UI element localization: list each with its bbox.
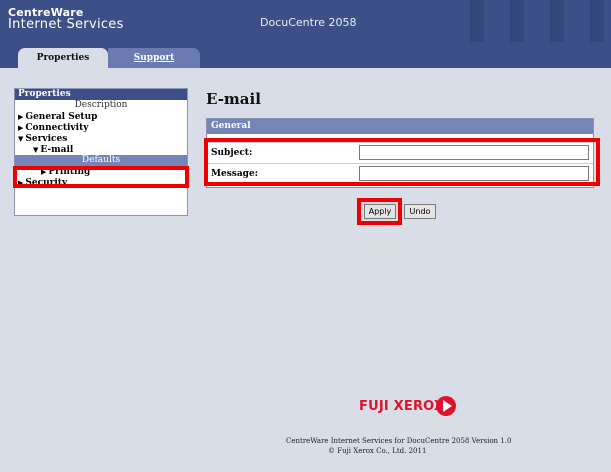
tab-support[interactable]: Support xyxy=(108,48,200,68)
subject-field[interactable] xyxy=(359,145,589,160)
sidebar-item-services[interactable]: ▼ Services xyxy=(15,133,187,144)
undo-button[interactable]: Undo xyxy=(404,204,436,219)
general-settings-group: General Subject: Message: xyxy=(206,118,594,188)
group-heading: General xyxy=(207,119,593,134)
sidebar-item-label: Defaults xyxy=(81,155,121,165)
message-field[interactable] xyxy=(359,166,589,181)
triangle-right-icon: ▶ xyxy=(18,123,24,132)
sidebar-item-email[interactable]: ▼ E-mail xyxy=(15,144,187,155)
header-stripe xyxy=(550,0,564,42)
triangle-right-icon: ▶ xyxy=(18,112,24,121)
fuji-xerox-logo: FUJI XEROX xyxy=(359,399,445,414)
subject-row: Subject: xyxy=(207,142,593,163)
sidebar-item-label: Printing xyxy=(48,167,91,177)
tab-properties[interactable]: Properties xyxy=(18,48,108,68)
brand-line2: Internet Services xyxy=(8,17,124,32)
xerox-sphere-icon xyxy=(436,396,456,416)
sidebar-item-security[interactable]: ▶ Security xyxy=(15,177,187,188)
sidebar-item-printing[interactable]: ▶ Printing xyxy=(15,166,187,177)
message-label: Message: xyxy=(211,169,258,179)
sidebar-item-label: General Setup xyxy=(25,112,98,122)
app-header: CentreWare Internet Services DocuCentre … xyxy=(0,0,611,42)
sidebar-item-label: Services xyxy=(25,134,68,144)
sidebar-item-label: Connectivity xyxy=(25,123,89,133)
triangle-right-icon: ▶ xyxy=(41,167,47,176)
subject-label: Subject: xyxy=(211,148,253,158)
sidebar-heading: Properties xyxy=(15,89,187,100)
sidebar-item-label: Description xyxy=(74,100,128,110)
device-model: DocuCentre 2058 xyxy=(260,16,357,29)
triangle-right-icon: ▶ xyxy=(18,178,24,187)
sidebar-item-description[interactable]: Description xyxy=(15,100,187,111)
footer-version: CentreWare Internet Services for DocuCen… xyxy=(286,437,512,445)
header-stripe xyxy=(510,0,524,42)
message-row: Message: xyxy=(207,163,593,184)
triangle-down-icon: ▼ xyxy=(18,134,24,143)
header-stripe xyxy=(470,0,484,42)
sidebar-item-label: E-mail xyxy=(40,145,74,155)
sidebar-item-defaults[interactable]: Defaults xyxy=(15,155,187,166)
page-title: E-mail xyxy=(206,90,261,108)
triangle-down-icon: ▼ xyxy=(33,145,39,154)
sidebar-item-connectivity[interactable]: ▶ Connectivity xyxy=(15,122,187,133)
sidebar-item-general-setup[interactable]: ▶ General Setup xyxy=(15,111,187,122)
sidebar-item-label: Security xyxy=(25,178,68,188)
sidebar: Properties Description ▶ General Setup ▶ C… xyxy=(14,88,188,216)
apply-button[interactable]: Apply xyxy=(364,204,396,219)
footer-copyright: © Fuji Xerox Co., Ltd. 2011 xyxy=(328,447,427,455)
header-stripe xyxy=(590,0,604,42)
